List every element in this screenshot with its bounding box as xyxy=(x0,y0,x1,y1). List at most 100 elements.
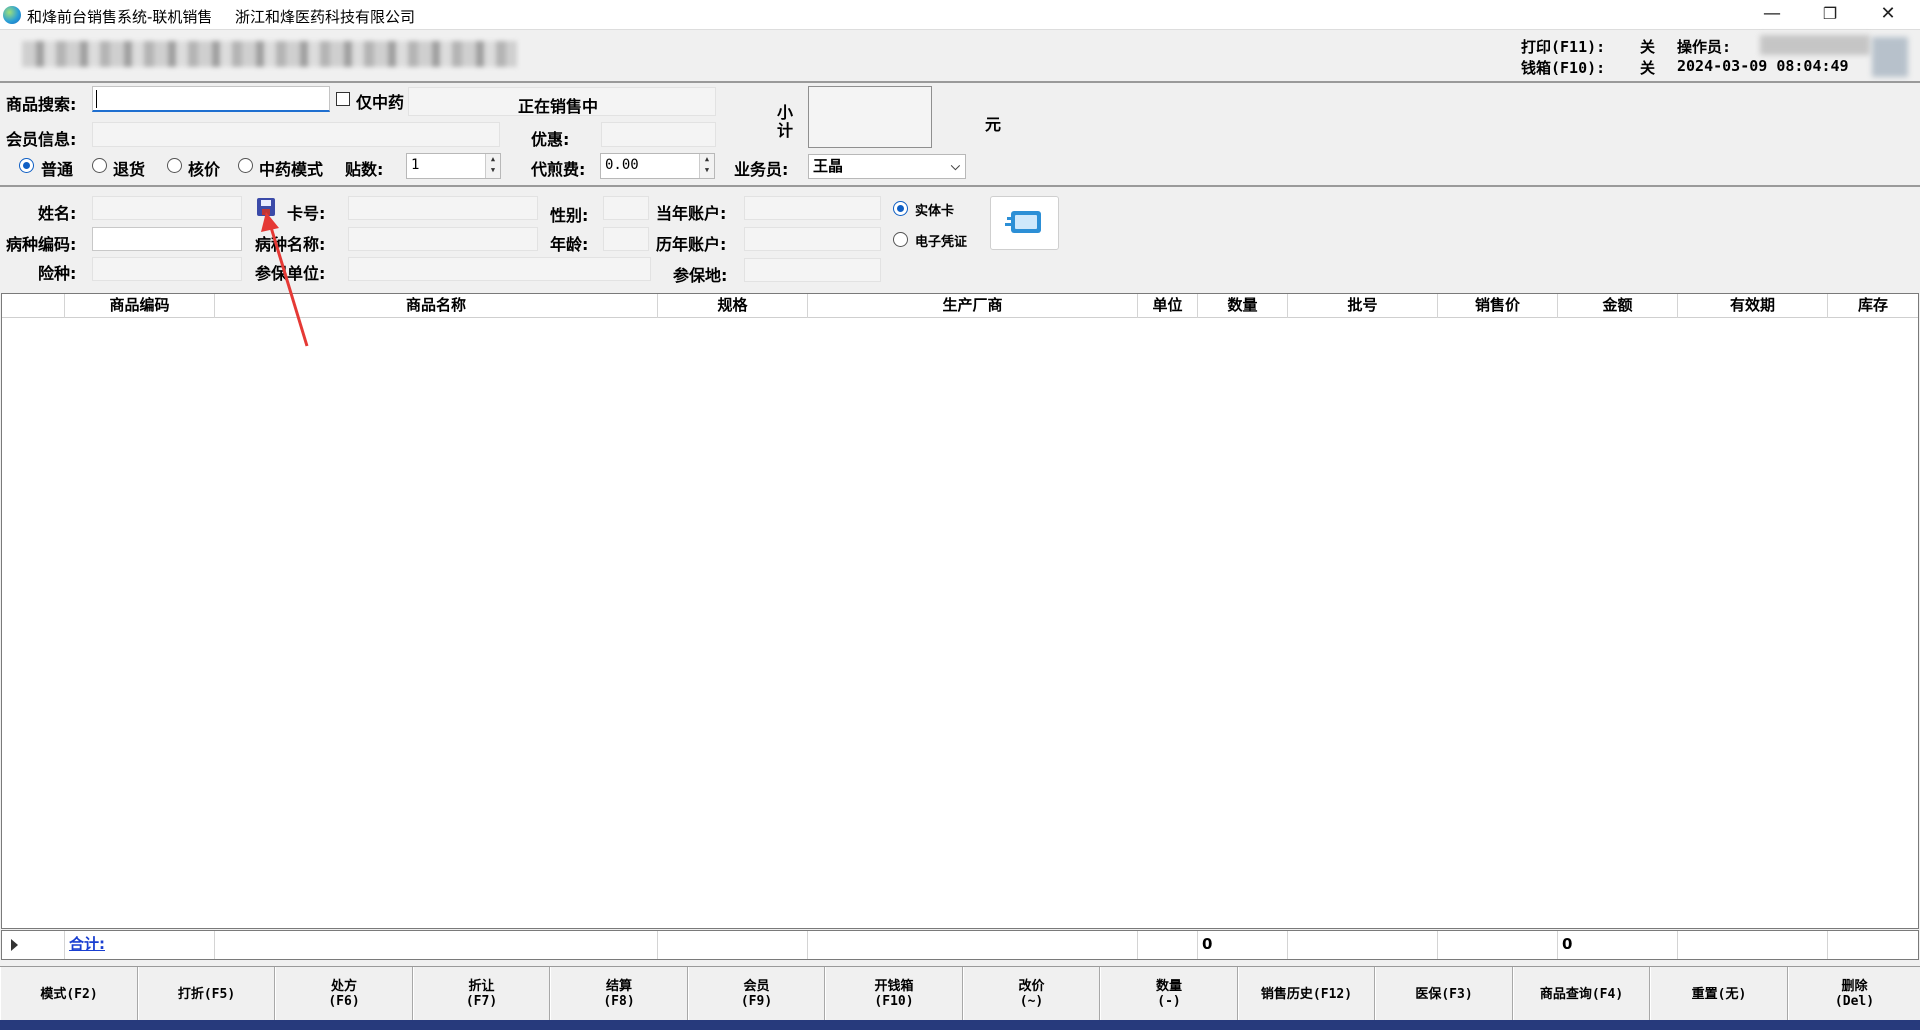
totals-cell xyxy=(808,931,1138,959)
currency-label: 元 xyxy=(985,115,1002,134)
disease-code-label: 病种编码: xyxy=(6,235,77,254)
button-shortcut: (F10) xyxy=(874,994,914,1009)
totals-label: 合计: xyxy=(65,931,215,959)
function-key-bar: 模式(F2) 打折(F5) 处方 (F6) 折让 (F7) 结算 (F8) 会员 (F9… xyxy=(0,966,1920,1021)
company-name: 浙江和烽医药科技有限公司 xyxy=(235,8,416,26)
minimize-icon[interactable]: — xyxy=(1743,0,1801,30)
decoction-fee-stepper-arrows[interactable]: ▲ ▼ xyxy=(699,154,714,178)
doses-stepper[interactable]: 1 ▲ ▼ xyxy=(406,153,501,179)
column-header-product-code[interactable]: 商品编码 xyxy=(65,294,215,318)
medical-insurance-button[interactable]: 医保(F3) xyxy=(1375,967,1513,1021)
button-label: 折让 xyxy=(468,979,495,994)
name-label: 姓名: xyxy=(38,204,77,223)
taskbar-strip xyxy=(0,1020,1920,1030)
column-header-stock[interactable]: 库存 xyxy=(1828,294,1918,318)
age-field xyxy=(603,227,649,251)
rebate-button[interactable]: 折让 (F7) xyxy=(413,967,550,1021)
column-header-spec[interactable]: 规格 xyxy=(658,294,808,318)
history-account-field xyxy=(744,227,881,251)
column-header-indicator xyxy=(2,294,65,318)
search-input[interactable] xyxy=(92,86,330,112)
reset-button[interactable]: 重置(无) xyxy=(1650,967,1788,1021)
insured-place-field xyxy=(744,258,881,282)
delete-button[interactable]: 删除 (Del) xyxy=(1788,967,1920,1021)
column-header-expiry[interactable]: 有效期 xyxy=(1678,294,1828,318)
card-number-field xyxy=(348,196,538,220)
restore-icon[interactable]: ❐ xyxy=(1801,0,1859,30)
decoction-fee-value: 0.00 xyxy=(605,157,639,173)
history-account-label: 历年账户: xyxy=(656,235,727,254)
member-field xyxy=(92,122,500,147)
close-icon[interactable]: ✕ xyxy=(1859,0,1917,30)
member-button[interactable]: 会员 (F9) xyxy=(688,967,825,1021)
checkout-button[interactable]: 结算 (F8) xyxy=(550,967,688,1021)
e-voucher-radio[interactable] xyxy=(893,232,908,247)
window-title: 和烽前台销售系统-联机销售 xyxy=(27,8,213,26)
doses-label: 贴数: xyxy=(345,160,384,179)
mode-return-label: 退货 xyxy=(113,160,146,179)
button-label: 开钱箱 xyxy=(874,979,914,994)
mode-return-radio[interactable] xyxy=(92,158,107,173)
column-header-manufacturer[interactable]: 生产厂商 xyxy=(808,294,1138,318)
read-card-button[interactable] xyxy=(990,196,1059,250)
discount-label: 优惠: xyxy=(531,130,570,149)
salesman-select[interactable]: 王晶 ⌵ xyxy=(808,154,966,179)
physical-card-radio[interactable] xyxy=(893,201,908,216)
mode-price-check-label: 核价 xyxy=(188,160,221,179)
discount-field xyxy=(601,122,716,147)
only-tcm-checkbox[interactable] xyxy=(336,92,350,106)
subtotal-display xyxy=(808,86,932,148)
button-shortcut: (Del) xyxy=(1834,994,1875,1009)
button-label: 删除 xyxy=(1841,979,1868,994)
mode-normal-radio[interactable] xyxy=(19,158,34,173)
text-cursor xyxy=(96,89,97,108)
column-header-product-name[interactable]: 商品名称 xyxy=(215,294,658,318)
mode-button[interactable]: 模式(F2) xyxy=(0,967,138,1021)
insurance-type-label: 险种: xyxy=(38,264,77,283)
column-header-batch[interactable]: 批号 xyxy=(1288,294,1438,318)
totals-cell xyxy=(215,931,658,959)
open-cashbox-button[interactable]: 开钱箱 (F10) xyxy=(825,967,963,1021)
discount-button[interactable]: 打折(F5) xyxy=(138,967,275,1021)
prescription-button[interactable]: 处方 (F6) xyxy=(275,967,413,1021)
button-label: 商品查询(F4) xyxy=(1539,986,1624,1002)
decoction-fee-label: 代煎费: xyxy=(531,160,586,179)
button-shortcut: (F7) xyxy=(465,994,498,1009)
totals-cell xyxy=(1678,931,1828,959)
column-header-sale-price[interactable]: 销售价 xyxy=(1438,294,1558,318)
button-shortcut: (~) xyxy=(1019,994,1044,1009)
chevron-down-icon: ⌵ xyxy=(950,159,960,173)
button-label: 结算 xyxy=(605,979,632,994)
current-account-label: 当年账户: xyxy=(656,204,727,223)
operator-name-redacted xyxy=(1760,35,1870,55)
mode-tcm-radio[interactable] xyxy=(238,158,253,173)
product-grid[interactable]: 商品编码 商品名称 规格 生产厂商 单位 数量 批号 销售价 金额 有效期 库存 xyxy=(1,293,1919,929)
button-label: 处方 xyxy=(330,979,357,994)
totals-cell xyxy=(1288,931,1438,959)
button-label: 会员 xyxy=(743,979,770,994)
quantity-button[interactable]: 数量 (-) xyxy=(1100,967,1238,1021)
column-header-quantity[interactable]: 数量 xyxy=(1198,294,1288,318)
e-voucher-label: 电子凭证 xyxy=(915,235,968,250)
doses-stepper-arrows[interactable]: ▲ ▼ xyxy=(485,154,500,178)
totals-cell xyxy=(1438,931,1558,959)
column-header-unit[interactable]: 单位 xyxy=(1138,294,1198,318)
disease-name-field xyxy=(348,227,538,251)
save-floppy-icon[interactable] xyxy=(257,198,275,216)
totals-cell xyxy=(1828,931,1918,959)
column-header-amount[interactable]: 金额 xyxy=(1558,294,1678,318)
totals-cell xyxy=(658,931,808,959)
section-divider xyxy=(0,185,1920,187)
decoction-fee-stepper[interactable]: 0.00 ▲ ▼ xyxy=(600,153,715,179)
button-shortcut: (F8) xyxy=(603,994,635,1009)
sales-history-button[interactable]: 销售历史(F12) xyxy=(1238,967,1375,1021)
member-label: 会员信息: xyxy=(6,130,77,149)
print-label: 打印(F11): xyxy=(1521,38,1606,56)
product-query-button[interactable]: 商品查询(F4) xyxy=(1513,967,1650,1021)
change-price-button[interactable]: 改价 (~) xyxy=(963,967,1100,1021)
disease-code-input[interactable] xyxy=(92,227,242,251)
row-pointer-icon xyxy=(11,939,18,951)
mode-price-check-radio[interactable] xyxy=(167,158,182,173)
gender-field xyxy=(603,196,649,220)
store-info-redacted xyxy=(22,41,517,67)
